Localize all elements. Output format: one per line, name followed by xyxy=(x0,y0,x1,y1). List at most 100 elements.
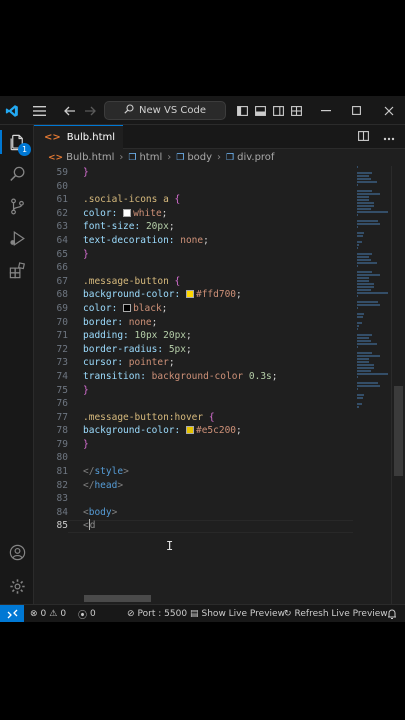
line-number: 65 xyxy=(56,248,68,260)
minimap-line xyxy=(357,340,372,342)
live-server-port[interactable]: ⊘ Port : 5500 xyxy=(127,605,187,622)
code-line[interactable]: .message-button { xyxy=(83,275,353,289)
minimap-line xyxy=(357,382,378,384)
minimap-line xyxy=(357,226,358,228)
toggle-primary-sidebar-icon[interactable] xyxy=(234,96,250,125)
ports-count: 0 xyxy=(90,609,96,619)
ports-indicator[interactable]: ⦿ 0 xyxy=(78,605,96,622)
minimap-line xyxy=(357,247,358,249)
minimap-line xyxy=(357,256,369,258)
command-center-search[interactable]: New VS Code xyxy=(104,101,226,120)
line-number: 79 xyxy=(56,438,68,450)
minimap-line xyxy=(357,223,381,225)
more-actions-icon[interactable] xyxy=(383,130,395,144)
minimap-line xyxy=(357,376,358,378)
line-number: 60 xyxy=(56,180,68,192)
toggle-panel-icon[interactable] xyxy=(252,96,268,125)
code-line[interactable]: <body> xyxy=(83,506,353,520)
line-number: 61 xyxy=(56,194,68,206)
code-line[interactable]: text-decoration: none; xyxy=(83,234,353,248)
minimap-line xyxy=(357,337,369,339)
minimap-line xyxy=(357,283,375,285)
breadcrumb-item-file[interactable]: Bulb.html xyxy=(66,152,114,163)
notifications-icon[interactable] xyxy=(387,605,397,622)
refresh-live-preview-label: Refresh Live Preview xyxy=(294,609,388,619)
minimap-line xyxy=(357,220,378,222)
line-number: 73 xyxy=(56,357,68,369)
code-line[interactable]: } xyxy=(83,166,353,180)
code-line[interactable]: .message-button:hover { xyxy=(83,411,353,425)
minimap-line xyxy=(357,307,358,309)
minimap-line xyxy=(357,361,369,363)
tab-bulb-html[interactable]: <> Bulb.html xyxy=(34,125,123,149)
remote-indicator-icon[interactable] xyxy=(0,605,24,622)
code-line[interactable] xyxy=(83,261,353,275)
code-line[interactable]: background-color: #e5c200; xyxy=(83,424,353,438)
code-line[interactable]: <d xyxy=(83,519,353,533)
line-number: 77 xyxy=(56,411,68,423)
accounts-icon[interactable] xyxy=(0,537,34,567)
problems-indicator[interactable]: ⊗ 0 ⚠ 0 xyxy=(30,605,66,622)
minimize-icon[interactable] xyxy=(312,96,340,125)
code-line[interactable]: font-size: 20px; xyxy=(83,220,353,234)
extensions-icon[interactable] xyxy=(0,255,34,285)
forward-arrow-icon[interactable] xyxy=(79,96,101,125)
menu-icon[interactable] xyxy=(28,96,50,125)
close-icon[interactable] xyxy=(374,96,404,125)
breadcrumb-item-body[interactable]: body xyxy=(187,152,212,163)
code-line[interactable]: </head> xyxy=(83,479,353,493)
split-editor-icon[interactable] xyxy=(358,130,369,144)
search-icon[interactable] xyxy=(0,159,34,189)
back-arrow-icon[interactable] xyxy=(59,96,81,125)
customize-layout-icon[interactable] xyxy=(288,96,304,125)
code-line[interactable] xyxy=(83,180,353,194)
warning-icon: ⚠ xyxy=(49,609,58,619)
breadcrumb-item-div[interactable]: div.prof xyxy=(237,152,274,163)
minimap-line xyxy=(357,322,363,324)
code-content[interactable]: } .social-icons a {color: white; font-size… xyxy=(83,166,353,533)
maximize-icon[interactable] xyxy=(342,96,370,125)
code-line[interactable]: cursor: pointer; xyxy=(83,356,353,370)
refresh-icon: ↻ xyxy=(284,609,292,619)
chevron-right-icon: › xyxy=(119,152,124,163)
code-line[interactable] xyxy=(83,492,353,506)
line-number: 71 xyxy=(56,330,68,342)
code-line[interactable]: background-color: #ffd700; xyxy=(83,288,353,302)
vertical-scrollbar[interactable] xyxy=(391,166,405,604)
code-line[interactable]: border-radius: 5px; xyxy=(83,343,353,357)
minimap[interactable] xyxy=(357,166,391,408)
code-line[interactable]: } xyxy=(83,438,353,452)
html-file-icon: <> xyxy=(48,152,64,163)
status-bar: ⊗ 0 ⚠ 0 ⦿ 0 ⊘ Port : 5500 ▤ Show Live Pr… xyxy=(0,604,405,622)
explorer-icon[interactable]: 1 xyxy=(0,127,34,157)
preview-icon: ▤ xyxy=(190,609,199,619)
minimap-line xyxy=(357,190,373,192)
code-editor[interactable]: 59 60 61 62 63 64 65 66 67 68 69 70 71 72 73 74 75 76 77 78… xyxy=(34,166,405,604)
code-line[interactable]: } xyxy=(83,384,353,398)
code-line[interactable]: .social-icons a { xyxy=(83,193,353,207)
horizontal-scrollbar-thumb[interactable] xyxy=(84,595,151,602)
source-control-icon[interactable] xyxy=(0,191,34,221)
code-line[interactable] xyxy=(83,397,353,411)
minimap-line xyxy=(357,205,375,207)
line-number: 78 xyxy=(56,425,68,437)
mouse-ibeam-cursor: I xyxy=(166,539,174,553)
code-line[interactable]: color: white; xyxy=(83,207,353,221)
vscode-logo-icon xyxy=(0,96,24,125)
breadcrumb-item-html[interactable]: html xyxy=(139,152,162,163)
refresh-live-preview-button[interactable]: ↻ Refresh Live Preview xyxy=(284,605,388,622)
code-line[interactable]: padding: 10px 20px; xyxy=(83,329,353,343)
explorer-badge: 1 xyxy=(18,143,31,156)
minimap-line xyxy=(357,301,378,303)
code-line[interactable]: border: none; xyxy=(83,316,353,330)
show-live-preview-button[interactable]: ▤ Show Live Preview xyxy=(190,605,285,622)
vertical-scrollbar-thumb[interactable] xyxy=(394,386,403,476)
run-and-debug-icon[interactable] xyxy=(0,223,34,253)
code-line[interactable] xyxy=(83,451,353,465)
code-line[interactable]: color: black; xyxy=(83,302,353,316)
code-line[interactable]: transition: background-color 0.3s; xyxy=(83,370,353,384)
code-line[interactable]: </style> xyxy=(83,465,353,479)
toggle-secondary-sidebar-icon[interactable] xyxy=(270,96,286,125)
code-line[interactable]: } xyxy=(83,248,353,262)
manage-gear-icon[interactable] xyxy=(0,571,34,601)
